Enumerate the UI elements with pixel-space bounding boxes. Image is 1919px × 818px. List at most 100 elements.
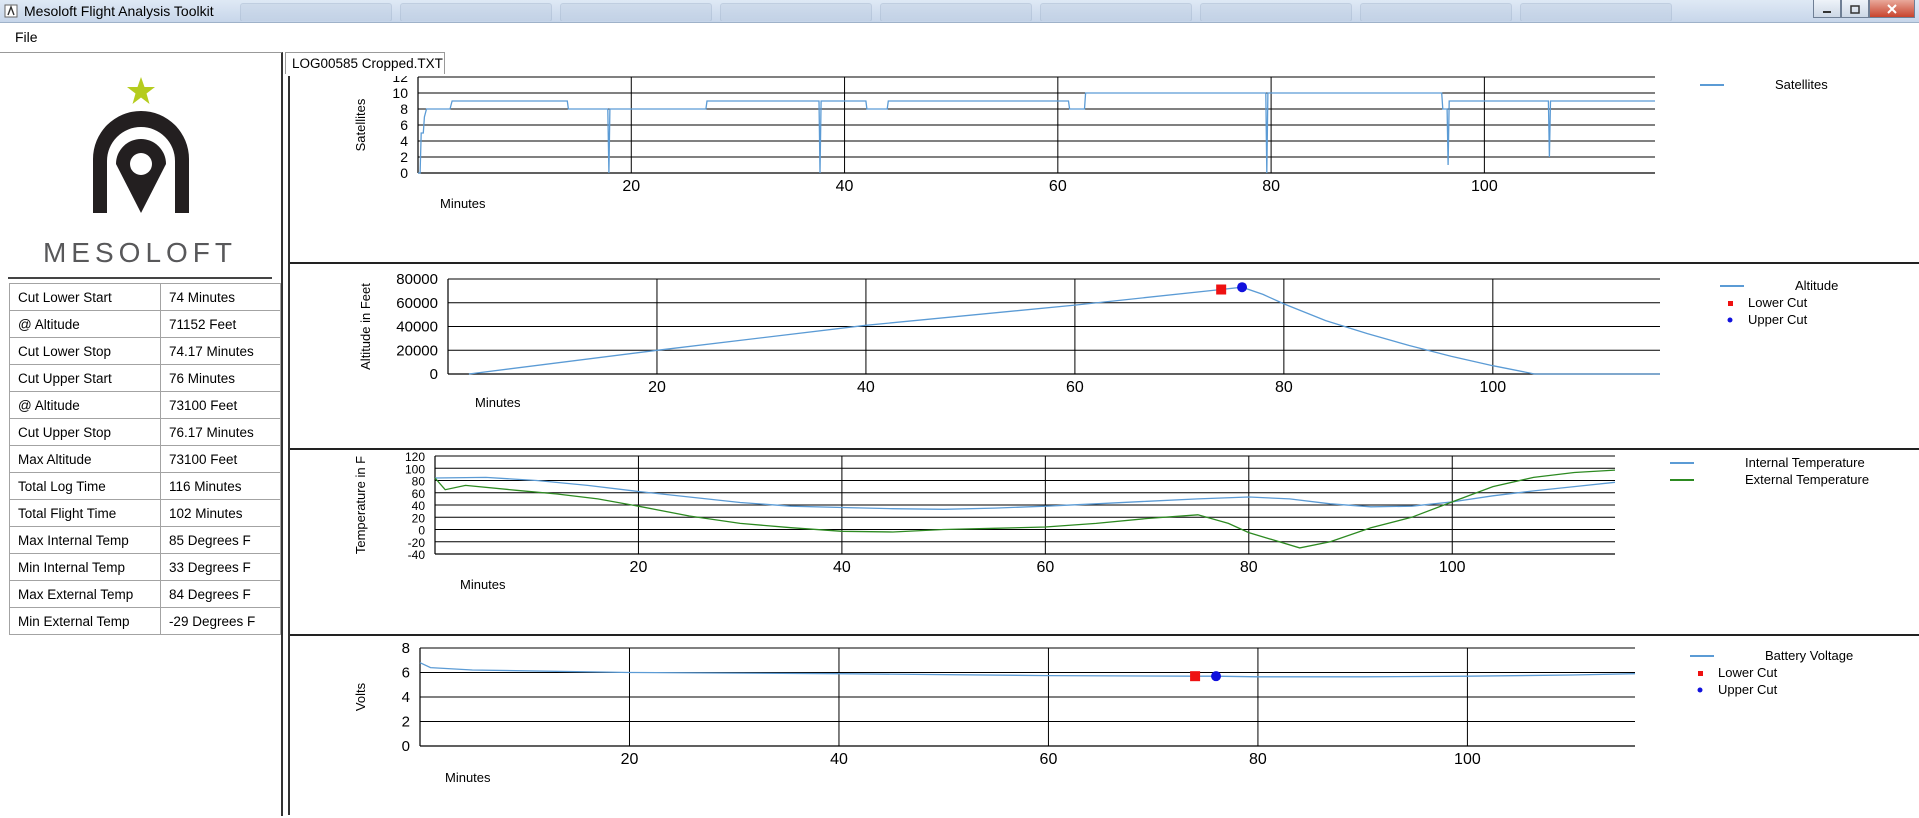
x-tick-label: 40 <box>833 559 851 576</box>
menu-file[interactable]: File <box>15 29 38 45</box>
stat-value: 71152 Feet <box>159 310 282 338</box>
legend-label: Battery Voltage <box>1765 648 1853 663</box>
app-icon <box>4 4 18 18</box>
stat-value: 85 Degrees F <box>159 526 282 554</box>
temperature-chart: -40-2002040608010012020 40 60 80 100Temperat… <box>353 450 1869 592</box>
y-tick-label: 8 <box>400 101 408 117</box>
y-tick-label: 0 <box>402 738 410 755</box>
stat-label: Min External Temp <box>9 607 161 635</box>
y-axis-label: Volts <box>353 682 368 711</box>
minimize-button[interactable] <box>1813 0 1841 18</box>
stats-row: @ Altitude 71152 Feet <box>9 310 282 338</box>
stat-value: -29 Degrees F <box>159 607 282 635</box>
stat-label: Max External Temp <box>9 580 161 608</box>
x-tick-label: 60 <box>1066 379 1084 396</box>
title-bar: Mesoloft Flight Analysis Toolkit <box>0 0 1919 23</box>
y-tick-label: 2 <box>400 149 408 165</box>
x-tick-label: 40 <box>857 379 875 396</box>
x-axis-label: Minutes <box>440 196 486 211</box>
y-tick-label: 20000 <box>396 342 438 359</box>
upper-cut-marker <box>1237 282 1248 293</box>
stat-value: 73100 Feet <box>159 445 282 473</box>
stat-label: Cut Upper Stop <box>9 418 161 446</box>
y-tick-label: -40 <box>408 548 426 562</box>
series-line <box>468 286 1660 375</box>
y-tick-label: 12 <box>392 76 408 85</box>
stat-value: 76 Minutes <box>159 364 282 392</box>
close-button[interactable] <box>1869 0 1915 18</box>
menu-bar: File <box>0 23 1919 49</box>
x-tick-label: 20 <box>621 751 639 768</box>
stats-row: @ Altitude 73100 Feet <box>9 391 282 419</box>
y-axis-label: Altitude in Feet <box>358 283 373 370</box>
voltage-chart: 0 2 4 6 8 20 40 60 80 100 Volts Minutes Battery Volt… <box>353 640 1853 785</box>
temperature-chart-panel: -40 -20 0 20 40 60 80 100 120 20 40 60 80 100 Temperat… <box>290 450 1919 634</box>
tab-log-file[interactable]: LOG00585 Cropped.TXT <box>285 52 445 74</box>
stat-value: 116 Minutes <box>159 472 282 500</box>
y-tick-label: 80000 <box>396 271 438 288</box>
y-axis-label: Temperature in F <box>353 456 368 554</box>
x-tick-label: 80 <box>1240 559 1258 576</box>
stat-value: 33 Degrees F <box>159 553 282 581</box>
y-tick-label: 0 <box>418 524 425 538</box>
background-windows <box>230 1 1780 21</box>
y-tick-label: 60 <box>412 487 426 501</box>
voltage-chart-panel: 0 2 4 6 8 20 40 60 80 100 Volts Minutes Battery Volt… <box>290 636 1919 815</box>
stat-label: Cut Upper Start <box>9 364 161 392</box>
stat-value: 74 Minutes <box>159 283 282 311</box>
mesoloft-logo: MESOLOFT <box>30 61 250 271</box>
y-tick-label: 100 <box>405 462 425 476</box>
series-line <box>419 662 1636 678</box>
series-line <box>418 92 1655 174</box>
y-tick-label: 20 <box>412 511 426 525</box>
upper-cut-marker <box>1211 671 1222 682</box>
window-title: Mesoloft Flight Analysis Toolkit <box>24 3 214 19</box>
stat-value: 73100 Feet <box>159 391 282 419</box>
close-icon <box>1887 3 1897 14</box>
stat-label: Cut Lower Stop <box>9 337 161 365</box>
stats-row: Max Altitude 73100 Feet <box>9 445 282 473</box>
stat-value: 102 Minutes <box>159 499 282 527</box>
x-tick-label: 80 <box>1275 379 1293 396</box>
x-tick-label: 100 <box>1471 178 1498 195</box>
x-tick-label: 100 <box>1479 379 1506 396</box>
legend-label: Upper Cut <box>1718 682 1778 697</box>
stats-row: Max External Temp 84 Degrees F <box>9 580 282 608</box>
x-tick-label: 100 <box>1454 751 1481 768</box>
y-tick-label: 4 <box>400 133 408 149</box>
legend-marker <box>1698 671 1703 676</box>
stat-label: @ Altitude <box>9 391 161 419</box>
altitude-chart-panel: 0 20000 40000 60000 80000 20 40 60 80 100 Altitude… <box>290 264 1919 448</box>
y-tick-label: 10 <box>392 85 408 101</box>
satellites-chart-panel: 0 2 4 6 8 10 12 20 40 60 80 100 Satellites Minutes Sat… <box>290 69 1919 262</box>
series-line <box>434 469 1616 549</box>
stat-label: Cut Lower Start <box>9 283 161 311</box>
x-tick-label: 60 <box>1049 178 1067 195</box>
y-tick-label: 4 <box>402 689 410 706</box>
stat-label: Min Internal Temp <box>9 553 161 581</box>
y-tick-label: 60000 <box>396 295 438 312</box>
legend-label: Internal Temperature <box>1745 455 1865 470</box>
stats-row: Total Flight Time 102 Minutes <box>9 499 282 527</box>
y-tick-label: 2 <box>402 714 410 731</box>
star-icon <box>127 77 155 104</box>
y-tick-label: -20 <box>408 536 426 550</box>
y-tick-label: 40 <box>412 499 426 513</box>
x-tick-label: 20 <box>622 178 640 195</box>
logo-mark <box>93 77 189 213</box>
stats-row: Min Internal Temp 33 Degrees F <box>9 553 282 581</box>
maximize-button[interactable] <box>1841 0 1869 18</box>
stat-value: 76.17 Minutes <box>159 418 282 446</box>
divider <box>8 277 272 279</box>
stats-row: Cut Upper Stop 76.17 Minutes <box>9 418 282 446</box>
x-tick-label: 40 <box>836 178 854 195</box>
stat-value: 74.17 Minutes <box>159 337 282 365</box>
stat-label: Total Flight Time <box>9 499 161 527</box>
x-tick-label: 100 <box>1439 559 1466 576</box>
stats-table: Cut Lower Start 74 Minutes @ Altitude 71152… <box>9 283 282 635</box>
y-tick-label: 8 <box>402 640 410 657</box>
satellites-chart: 024681012 20 40 60 80 100 Satellites Minutes Sat… <box>353 69 1828 211</box>
legend-label: External Temperature <box>1745 472 1869 487</box>
legend-marker <box>1727 317 1733 323</box>
legend-label: Upper Cut <box>1748 312 1808 327</box>
